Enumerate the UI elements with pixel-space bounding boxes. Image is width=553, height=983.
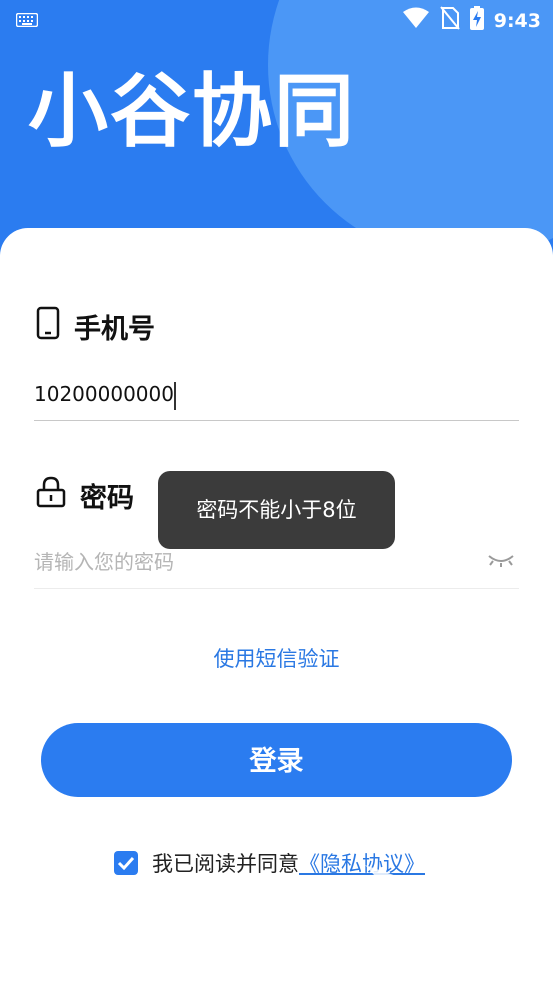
phone-input[interactable] [34, 374, 464, 414]
watermark-logo [365, 865, 455, 945]
login-button[interactable]: 登录 [41, 723, 512, 797]
agreement-text: 我已阅读并同意 [152, 852, 299, 876]
eye-closed-icon[interactable] [487, 552, 515, 572]
status-bar: 9:43 [0, 0, 553, 38]
battery-charging-icon [469, 6, 484, 35]
phone-label-text: 手机号 [74, 314, 155, 345]
phone-input-row [34, 374, 519, 421]
phone-field-label: 手机号 [36, 306, 155, 347]
phone-icon [36, 306, 60, 347]
header-banner: 9:43 小谷协同 [0, 0, 553, 260]
checkmark-icon [117, 856, 135, 870]
status-time: 9:43 [493, 9, 541, 32]
app-title: 小谷协同 [28, 65, 356, 158]
lock-icon [36, 476, 66, 515]
wifi-icon [402, 7, 430, 34]
agreement-checkbox[interactable] [114, 851, 138, 875]
keyboard-icon [15, 10, 39, 32]
sms-login-link[interactable]: 使用短信验证 [0, 643, 553, 673]
no-sim-icon [439, 6, 460, 35]
password-input-row [34, 542, 519, 589]
password-label-text: 密码 [80, 483, 134, 514]
password-field-label: 密码 [36, 476, 134, 515]
text-caret [174, 382, 176, 410]
toast-message: 密码不能小于8位 [158, 471, 395, 549]
